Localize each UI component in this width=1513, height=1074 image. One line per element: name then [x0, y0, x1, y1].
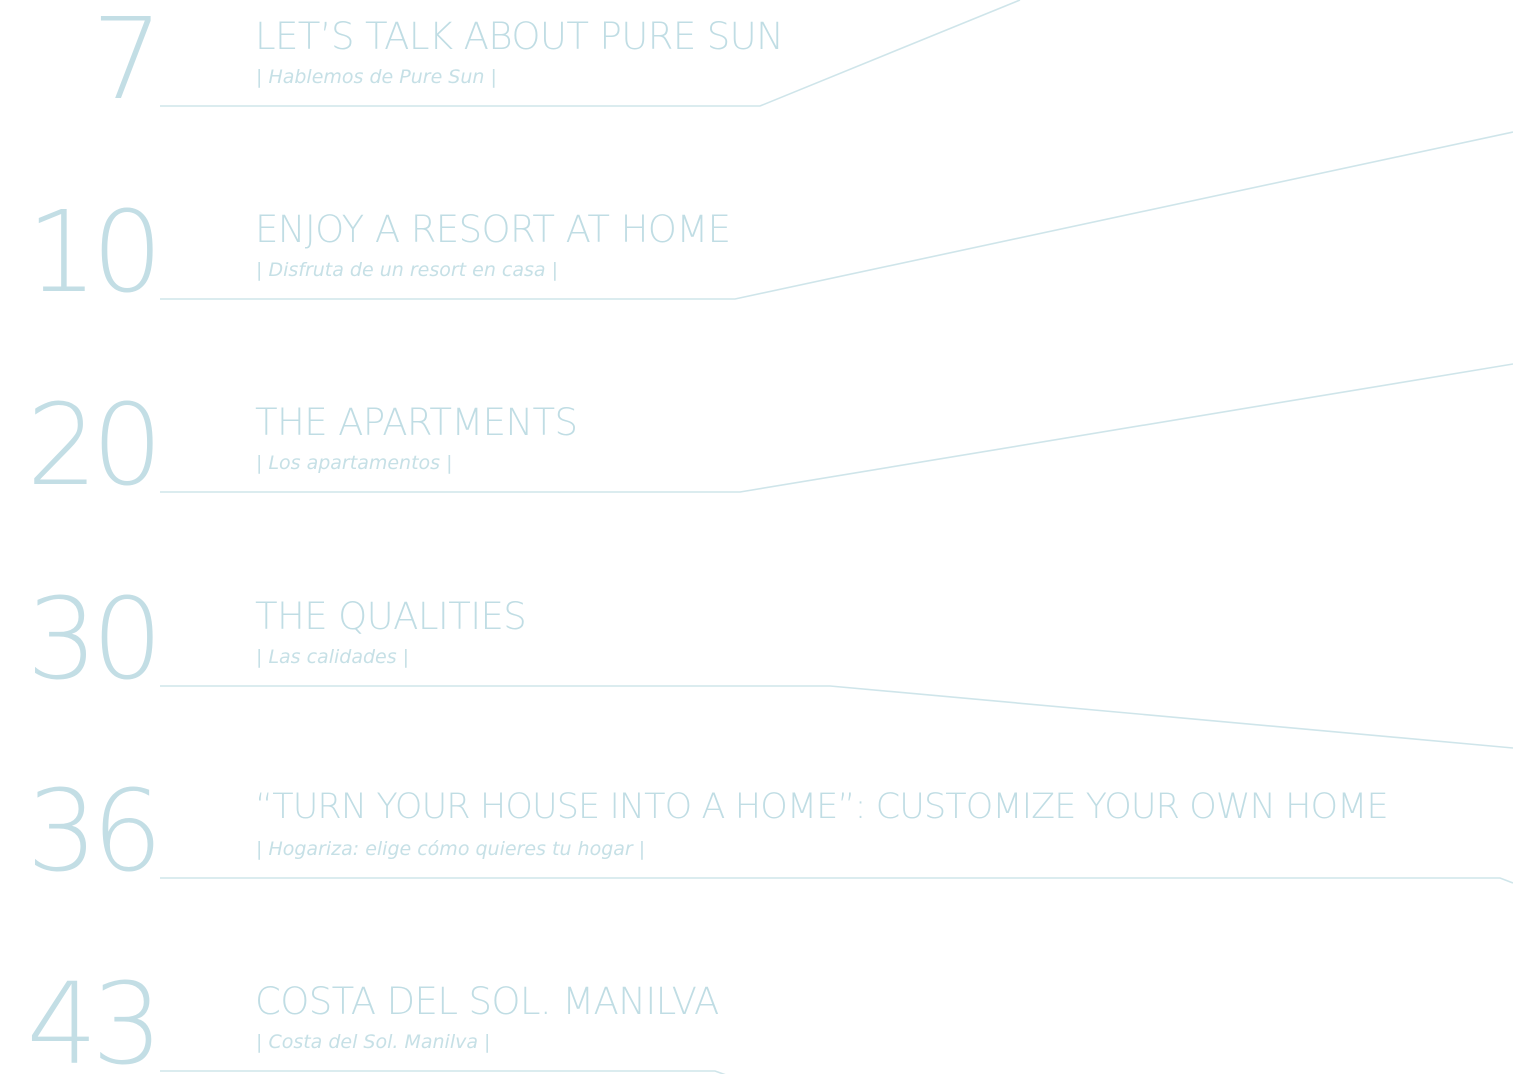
section-subtitle: | Las calidades |	[256, 646, 410, 668]
section-subtitle: | Hablemos de Pure Sun |	[256, 66, 497, 88]
toc-entry[interactable]: 20 THE APARTMENTS | Los apartamentos |	[0, 390, 1513, 510]
leader-lines	[160, 0, 1513, 1074]
table-of-contents-page: 7 LET’S TALK ABOUT PURE SUN | Hablemos d…	[0, 0, 1513, 1074]
section-subtitle: | Los apartamentos |	[256, 452, 453, 474]
page-number: 7	[91, 0, 163, 125]
toc-entry[interactable]: 30 THE QUALITIES | Las calidades |	[0, 584, 1513, 704]
section-title: THE APARTMENTS	[255, 401, 578, 444]
section-title: COSTA DEL SOL. MANILVA	[255, 980, 719, 1023]
section-subtitle: | Hogariza: elige cómo quieres tu hogar …	[256, 838, 646, 860]
section-title: “TURN YOUR HOUSE INTO A HOME”: CUSTOMIZE…	[255, 787, 1389, 827]
section-title: THE QUALITIES	[255, 595, 527, 638]
toc-entry[interactable]: 10 ENJOY A RESORT AT HOME | Disfruta de …	[0, 197, 1513, 317]
toc-entry[interactable]: 7 LET’S TALK ABOUT PURE SUN | Hablemos d…	[0, 4, 1513, 124]
section-subtitle: | Disfruta de un resort en casa |	[256, 259, 559, 281]
page-number: 36	[26, 767, 162, 897]
page-number: 30	[26, 575, 162, 705]
toc-entry[interactable]: 36 “TURN YOUR HOUSE INTO A HOME”: CUSTOM…	[0, 776, 1513, 896]
section-title: ENJOY A RESORT AT HOME	[255, 208, 731, 251]
page-number: 20	[26, 381, 162, 511]
page-number: 43	[26, 960, 162, 1074]
toc-entry[interactable]: 43 COSTA DEL SOL. MANILVA | Costa del So…	[0, 969, 1513, 1074]
page-number: 10	[26, 188, 162, 318]
section-subtitle: | Costa del Sol. Manilva |	[256, 1031, 491, 1053]
section-title: LET’S TALK ABOUT PURE SUN	[255, 15, 784, 58]
